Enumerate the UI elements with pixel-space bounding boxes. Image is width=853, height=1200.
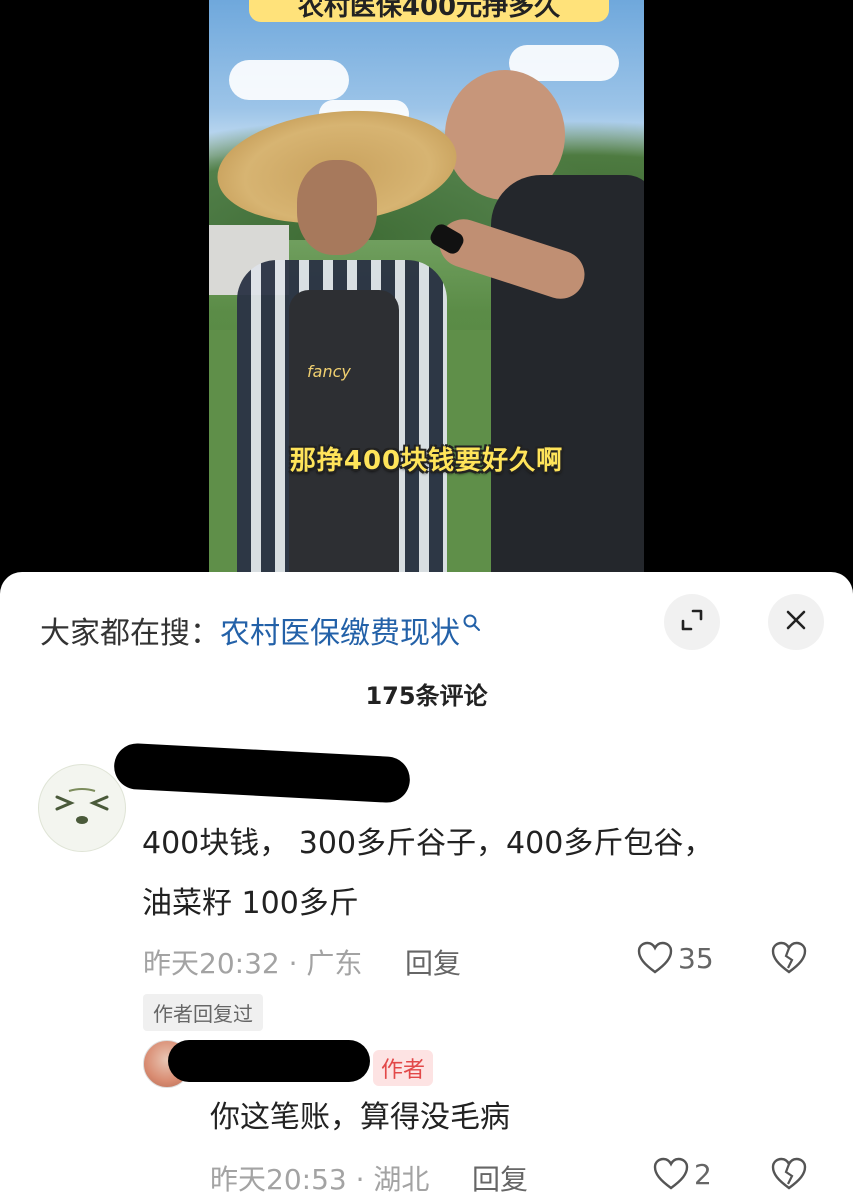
comment-count: 175条评论 [365,682,488,710]
emoji-face-icon [55,788,109,824]
comment-text-line: 400块钱， 300多斤谷子，400多斤包谷， [142,826,714,861]
close-icon [784,608,808,636]
comment-sheet: 大家都在搜：农村医保缴费现状 175条评论 400块钱， 300多斤谷子，400… [0,572,853,1200]
reply-button[interactable]: 回复 [472,1158,528,1198]
like-button[interactable]: 35 [636,940,714,976]
like-button[interactable]: 2 [652,1156,712,1192]
trending-search-link[interactable]: 农村医保缴费现状 [220,616,460,651]
video-subtitle: 那挣400块钱要好久啊 [289,446,564,476]
close-button[interactable] [768,594,824,650]
search-icon[interactable] [462,608,484,643]
dislike-button[interactable] [770,940,808,976]
author-badge: 作者 [373,1050,434,1086]
comment-meta: 昨天20:32 · 广东 [143,947,363,980]
video-player[interactable]: 农村医保400元挣多久 fancy 那挣400块钱要好久啊 [0,0,853,600]
like-count: 2 [694,1157,712,1191]
heart-icon [653,1157,689,1190]
reply-meta: 昨天20:53 · 湖北 [210,1163,430,1196]
heart-icon [637,941,673,974]
avatar[interactable] [38,764,126,852]
video-title-banner: 农村医保400元挣多久 [249,0,609,22]
redacted-username [112,742,412,804]
broken-heart-icon [771,1157,807,1190]
cloud [229,60,349,100]
dislike-button[interactable] [770,1156,808,1192]
author-replied-tag: 作者回复过 [143,994,263,1031]
reply-button[interactable]: 回复 [405,942,461,982]
trending-search: 大家都在搜：农村医保缴费现状 [40,608,484,652]
shirt-print: fancy [307,362,351,381]
expand-icon [679,607,705,637]
expand-button[interactable] [664,594,720,650]
video-frame[interactable]: 农村医保400元挣多久 fancy 那挣400块钱要好久啊 [209,0,644,600]
redacted-username [168,1040,370,1082]
woman-face [297,160,377,255]
reply-text: 你这笔账，算得没毛病 [210,1100,510,1135]
comment-text-line: 油菜籽 100多斤 [142,886,359,921]
like-count: 35 [678,941,714,975]
broken-heart-icon [771,941,807,974]
trending-search-prefix: 大家都在搜： [40,616,220,651]
